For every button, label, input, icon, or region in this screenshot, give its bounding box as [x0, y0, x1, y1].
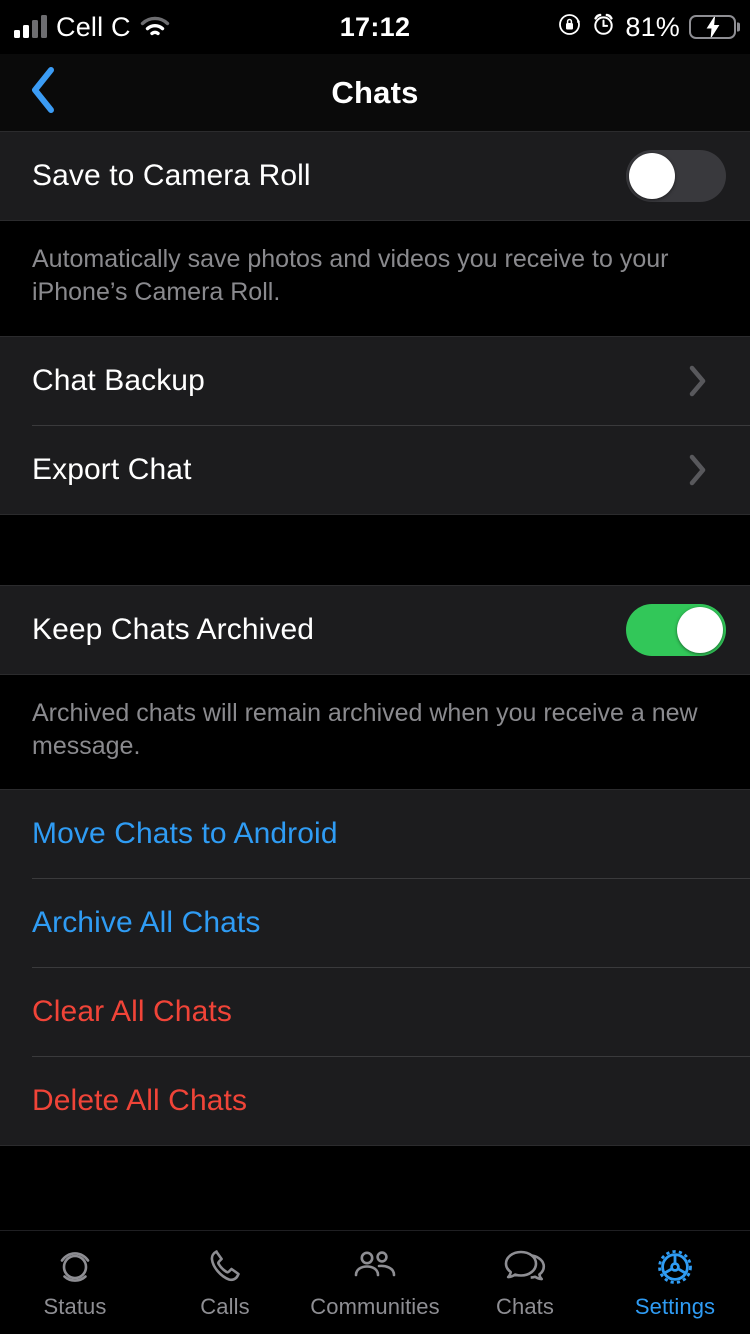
row-export-chat[interactable]: Export Chat [0, 425, 750, 514]
row-label-move-chats-to-android: Move Chats to Android [32, 817, 338, 850]
section-keep-chats-archived: Keep Chats Archived [0, 585, 750, 674]
row-label-export-chat: Export Chat [32, 452, 192, 486]
tab-label-communities: Communities [310, 1294, 440, 1319]
section-backup-export: Chat Backup Export Chat [0, 336, 750, 514]
navigation-bar: Chats [0, 54, 750, 132]
phone-icon [202, 1245, 248, 1289]
row-label-delete-all-chats: Delete All Chats [32, 1084, 248, 1117]
page-title: Chats [331, 74, 419, 110]
rotation-lock-icon [557, 12, 582, 42]
row-keep-chats-archived[interactable]: Keep Chats Archived [0, 585, 750, 674]
row-label-archive-all-chats: Archive All Chats [32, 906, 261, 939]
toggle-knob [677, 606, 723, 653]
chat-bubbles-icon [499, 1245, 551, 1289]
tab-communities[interactable]: Communities [300, 1231, 450, 1334]
status-bar: Cell C 17:12 81% [0, 0, 750, 54]
tab-label-status: Status [43, 1294, 107, 1319]
tab-label-settings: Settings [634, 1294, 716, 1319]
toggle-keep-chats-archived[interactable] [626, 603, 726, 656]
footer-save-to-camera-roll: Automatically save photos and videos you… [0, 221, 750, 336]
toggle-save-to-camera-roll[interactable] [626, 150, 726, 202]
row-clear-all-chats[interactable]: Clear All Chats [0, 968, 750, 1056]
row-save-to-camera-roll[interactable]: Save to Camera Roll [0, 132, 750, 220]
section-bottom-border [0, 1145, 750, 1146]
communities-people-icon [349, 1245, 401, 1289]
footer-keep-chats-archived: Archived chats will remain archived when… [0, 674, 750, 789]
chevron-right-icon [686, 364, 710, 398]
row-label-chat-backup: Chat Backup [32, 363, 205, 397]
battery-charging-icon [689, 15, 736, 39]
gear-icon [651, 1245, 699, 1289]
tab-calls[interactable]: Calls [150, 1231, 300, 1334]
row-label-clear-all-chats: Clear All Chats [32, 995, 232, 1028]
row-move-chats-to-android[interactable]: Move Chats to Android [0, 790, 750, 878]
battery-percent-label: 81% [625, 11, 680, 42]
tab-settings[interactable]: Settings [600, 1231, 750, 1334]
alarm-clock-icon [591, 12, 616, 42]
tab-status[interactable]: Status [0, 1231, 150, 1334]
section-gap [0, 514, 750, 585]
tab-chats[interactable]: Chats [450, 1231, 600, 1334]
section-save-to-camera-roll: Save to Camera Roll [0, 132, 750, 220]
status-bar-right: 81% [557, 0, 736, 54]
whatsapp-chats-settings-screen: Cell C 17:12 81% Chats Save to Camera Ro… [0, 0, 750, 1334]
tab-label-calls: Calls [200, 1294, 250, 1319]
row-label-save-to-camera-roll: Save to Camera Roll [32, 159, 311, 192]
section-chat-actions: Move Chats to Android Archive All Chats … [0, 790, 750, 1145]
row-chat-backup[interactable]: Chat Backup [0, 336, 750, 425]
row-delete-all-chats[interactable]: Delete All Chats [0, 1057, 750, 1145]
tab-bar: Status Calls Communities Chats Settings [0, 1230, 750, 1334]
toggle-knob [629, 153, 675, 199]
chevron-right-icon [686, 453, 710, 487]
tab-label-chats: Chats [496, 1294, 554, 1319]
settings-list: Save to Camera Roll Automatically save p… [0, 132, 750, 1230]
row-archive-all-chats[interactable]: Archive All Chats [0, 879, 750, 967]
status-rings-icon [52, 1245, 98, 1289]
row-label-keep-chats-archived: Keep Chats Archived [32, 612, 315, 646]
clock-label: 17:12 [339, 11, 411, 42]
